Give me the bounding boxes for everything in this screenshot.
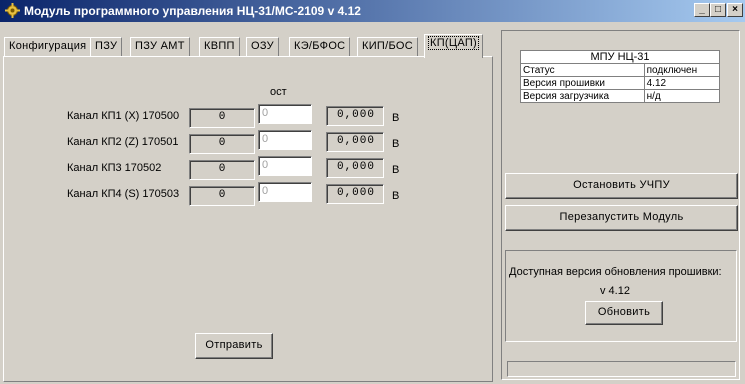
tab-ke-bfos[interactable]: КЭ/БФОС	[289, 37, 351, 57]
device-info-title: МПУ НЦ-31	[520, 50, 720, 64]
info-key: Версия загрузчика	[520, 89, 645, 103]
info-value: подключен	[643, 63, 721, 77]
channel-3-label: Канал КП3 170502	[67, 162, 162, 174]
channel-3-input[interactable]: 0	[258, 156, 312, 176]
window-title: Модуль программного управления НЦ-31/МС-…	[24, 4, 361, 18]
stop-cnc-button[interactable]: Остановить УЧПУ	[505, 173, 738, 199]
channel-3-output: 0,000	[326, 158, 384, 178]
channel-2-label: Канал КП2 (Z) 170501	[67, 136, 179, 148]
channel-2-output: 0,000	[326, 132, 384, 152]
tab-pzu[interactable]: ПЗУ	[90, 37, 123, 57]
info-value: 4.12	[643, 76, 721, 90]
channel-2-value: 0	[189, 134, 255, 154]
channel-1-unit: В	[392, 112, 400, 124]
channel-4-input[interactable]: 0	[258, 182, 312, 202]
channel-3-unit: В	[392, 164, 400, 176]
maximize-button[interactable]: □	[710, 3, 726, 17]
channel-1-label: Канал КП1 (X) 170500	[67, 110, 180, 122]
close-button[interactable]: ×	[727, 3, 743, 17]
tab-kip-bos[interactable]: КИП/БОС	[357, 37, 418, 57]
tab-kvpp[interactable]: КВПП	[199, 37, 240, 57]
channel-1-input[interactable]: 0	[258, 104, 312, 124]
channel-1-output: 0,000	[326, 106, 384, 126]
channel-1-value: 0	[189, 108, 255, 128]
update-button[interactable]: Обновить	[585, 301, 663, 325]
tab-ozu[interactable]: ОЗУ	[246, 37, 279, 57]
channel-2-input[interactable]: 0	[258, 130, 312, 150]
send-button[interactable]: Отправить	[195, 333, 273, 359]
channel-4-unit: В	[392, 190, 400, 202]
table-row: Статус подключен	[520, 63, 721, 77]
channel-4-label: Канал КП4 (S) 170503	[67, 188, 180, 200]
info-key: Версия прошивки	[520, 76, 645, 90]
tab-kp-cap[interactable]: КП(ЦАП)	[424, 34, 483, 58]
gear-icon	[5, 3, 20, 18]
tab-pzu-amt[interactable]: ПЗУ АМТ	[130, 37, 190, 57]
column-header-ost: ост	[270, 86, 287, 98]
tab-configuration[interactable]: Конфигурация	[4, 37, 92, 57]
table-row: Версия прошивки 4.12	[520, 76, 721, 90]
table-row: Версия загрузчика н/д	[520, 89, 721, 103]
channel-2-unit: В	[392, 138, 400, 150]
minimize-button[interactable]: _	[694, 3, 710, 17]
channel-4-value: 0	[189, 186, 255, 206]
info-value: н/д	[643, 89, 721, 103]
tab-kp-cap-label: КП(ЦАП)	[428, 36, 479, 50]
title-bar[interactable]: Модуль программного управления НЦ-31/МС-…	[0, 0, 745, 22]
restart-module-button[interactable]: Перезапустить Модуль	[505, 205, 738, 231]
update-available-text: Доступная версия обновления прошивки:	[509, 266, 722, 278]
channel-3-value: 0	[189, 160, 255, 180]
info-key: Статус	[520, 63, 645, 77]
status-bar	[507, 361, 736, 377]
channel-4-output: 0,000	[326, 184, 384, 204]
device-info-table: МПУ НЦ-31 Статус подключен Версия прошив…	[520, 50, 721, 103]
update-version: v 4.12	[600, 285, 630, 297]
